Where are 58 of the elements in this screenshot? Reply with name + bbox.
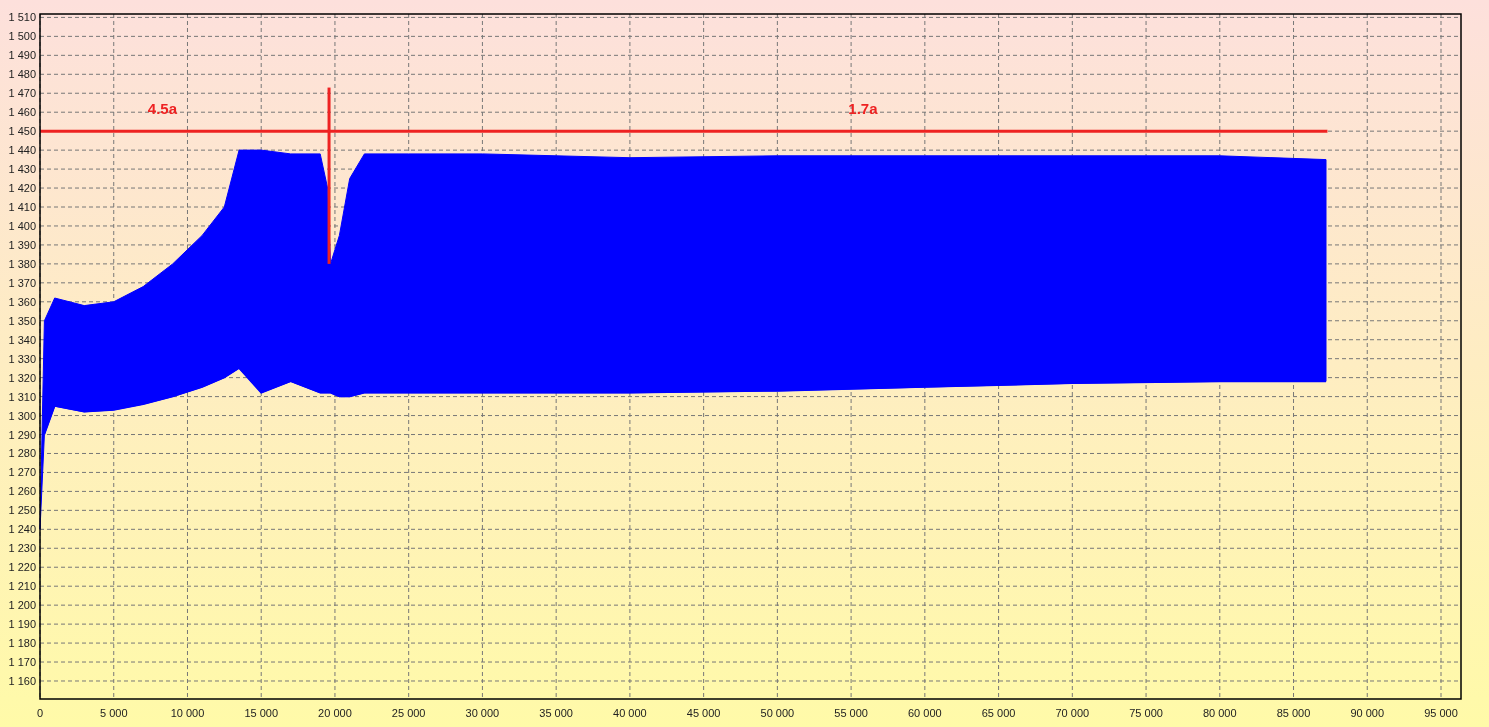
y-tick-label: 1 310 [8,390,36,403]
annotation-label: 1.7a [848,100,878,118]
x-tick-label: 0 [36,707,44,719]
y-tick-label: 1 490 [8,49,36,62]
y-tick-label: 1 200 [8,599,36,612]
y-tick-label: 1 160 [8,675,36,687]
y-tick-label: 1 190 [8,618,36,631]
y-tick-label: 1 180 [8,637,36,650]
x-tick-label: 20 000 [318,707,352,719]
annotation-label: 4.5a [147,100,177,118]
y-tick-label: 1 360 [8,295,36,308]
y-tick-label: 1 390 [8,238,36,251]
y-tick-label: 1 510 [8,11,36,24]
x-tick-label: 85 000 [1276,707,1311,719]
y-tick-label: 1 230 [8,542,36,555]
x-tick-label: 15 000 [244,707,279,719]
y-tick-label: 1 290 [8,428,36,441]
y-tick-label: 1 330 [8,352,36,365]
y-tick-label: 1 220 [8,561,36,574]
x-tick-label: 30 000 [465,707,500,719]
y-tick-label: 1 380 [8,257,36,270]
y-tick-label: 1 260 [8,485,36,498]
y-tick-label: 1 400 [8,219,36,232]
x-tick-label: 65 000 [981,707,1016,719]
x-tick-label: 75 000 [1129,707,1163,719]
x-tick-label: 90 000 [1350,707,1385,719]
y-tick-label: 1 170 [8,656,36,669]
x-tick-label: 40 000 [613,707,647,719]
y-tick-label: 1 410 [8,201,36,213]
y-tick-label: 1 480 [8,68,36,81]
x-tick-label: 70 000 [1055,707,1090,719]
y-tick-label: 1 450 [8,125,36,138]
y-tick-label: 1 430 [8,163,36,176]
y-tick-label: 1 250 [8,504,36,517]
y-tick-label: 1 270 [8,466,36,479]
y-tick-label: 1 370 [8,276,36,289]
x-tick-label: 10 000 [170,707,205,719]
x-tick-label: 55 000 [834,707,868,719]
x-tick-label: 5 000 [99,707,128,719]
y-tick-label: 1 300 [8,409,36,422]
x-tick-label: 45 000 [686,707,721,719]
y-tick-label: 1 440 [8,144,36,157]
x-tick-label: 80 000 [1202,707,1237,719]
y-tick-label: 1 350 [8,314,36,327]
y-tick-label: 1 420 [8,182,36,195]
x-tick-label: 60 000 [908,707,942,719]
y-tick-label: 1 470 [8,87,36,100]
x-tick-label: 50 000 [760,707,795,719]
x-tick-label: 95 000 [1424,707,1458,719]
y-tick-label: 1 500 [8,30,36,43]
x-tick-label: 35 000 [539,707,573,719]
y-tick-label: 1 280 [8,447,36,460]
y-tick-label: 1 210 [8,580,36,593]
y-tick-label: 1 340 [8,333,36,346]
y-tick-label: 1 460 [8,106,36,119]
y-tick-label: 1 320 [8,371,36,384]
y-tick-label: 1 240 [8,523,36,536]
x-tick-label: 25 000 [391,707,426,719]
